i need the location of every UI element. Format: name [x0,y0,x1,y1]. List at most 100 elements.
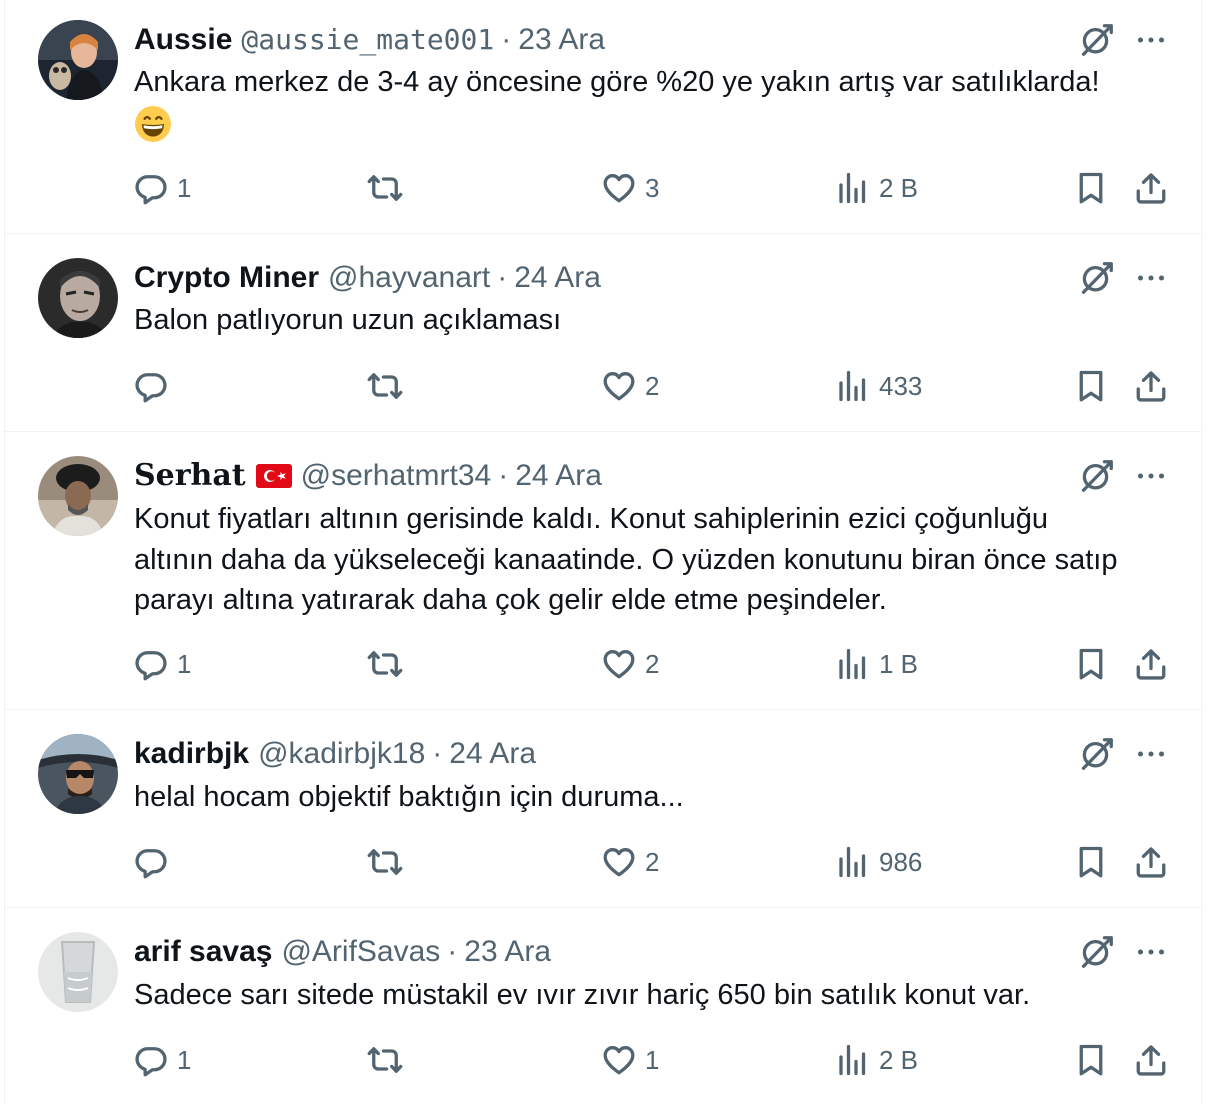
heart-icon [601,170,637,206]
reply-count: 1 [177,172,192,203]
tweet-crypto-miner[interactable]: Crypto Miner @hayvanart · 24 Ara Balon p… [5,234,1201,432]
views-count: 2 B [879,1044,919,1075]
share-icon [1133,1042,1169,1078]
action-bar: 1 3 2 B [5,168,1201,208]
tweet-text-body: Sadece sarı sitede müstakil ev ıvır zıvı… [134,979,1031,1011]
bookmark-icon [1073,1042,1109,1078]
share-icon [1133,646,1169,682]
tweet-text-body: Ankara merkez de 3-4 ay öncesine göre %2… [134,66,1100,98]
like-button[interactable]: 2 [601,366,659,406]
share-icon [1133,170,1169,206]
retweet-icon [367,1042,403,1078]
share-button[interactable] [1133,842,1169,882]
like-button[interactable]: 2 [601,842,659,882]
retweet-button[interactable] [367,168,411,208]
grinning-face-emoji [135,105,171,142]
like-button[interactable]: 2 [601,644,659,684]
grok-icon[interactable] [1079,260,1115,296]
retweet-icon [367,844,403,880]
share-button[interactable] [1133,1040,1169,1080]
heart-icon [601,368,637,404]
views-bar-icon [835,368,871,404]
display-name[interactable]: Serhat [134,456,246,496]
username-handle[interactable]: @aussie_mate001 [241,20,494,60]
display-name[interactable]: Crypto Miner [134,258,319,298]
share-button[interactable] [1133,644,1169,684]
more-icon[interactable] [1133,458,1169,494]
more-icon[interactable] [1133,736,1169,772]
timestamp[interactable]: 24 Ara [515,456,602,496]
tweet-text: Ankara merkez de 3-4 ay öncesine göre %2… [134,62,1134,143]
views-bar-icon [835,646,871,682]
more-icon[interactable] [1133,260,1169,296]
tweet-text: helal hocam objektif baktığın için durum… [134,777,1134,818]
username-handle[interactable]: @hayvanart [328,258,490,298]
avatar[interactable] [38,932,118,1012]
username-handle[interactable]: @serhatmrt34 [301,456,492,496]
display-name[interactable]: arif savaş [134,932,272,972]
views-bar-icon [835,170,871,206]
reply-button[interactable]: 1 [133,168,191,208]
views-button[interactable]: 2 B [835,1040,918,1080]
timestamp[interactable]: 23 Ara [518,20,605,60]
retweet-button[interactable] [367,366,411,406]
bookmark-button[interactable] [1073,644,1109,684]
reply-count: 1 [177,1044,192,1075]
more-icon[interactable] [1133,934,1169,970]
views-button[interactable]: 2 B [835,168,918,208]
tweet-serhat[interactable]: Serhat @serhatmrt34 · 24 Ara Konut fiyat… [5,432,1201,710]
timestamp[interactable]: 24 Ara [514,258,601,298]
tweet-aussie[interactable]: Aussie @aussie_mate001 · 23 Ara Ankara m… [5,0,1201,234]
bookmark-icon [1073,368,1109,404]
grok-icon[interactable] [1079,22,1115,58]
views-bar-icon [835,844,871,880]
bookmark-icon [1073,170,1109,206]
grok-icon[interactable] [1079,736,1115,772]
views-button[interactable]: 1 B [835,644,918,684]
avatar[interactable] [38,20,118,100]
like-button[interactable]: 3 [601,168,659,208]
timestamp[interactable]: 23 Ara [464,932,551,972]
share-icon [1133,368,1169,404]
avatar[interactable] [38,456,118,536]
grok-icon[interactable] [1079,458,1115,494]
username-handle[interactable]: @kadirbjk18 [258,734,425,774]
views-button[interactable]: 986 [835,842,922,882]
grok-icon[interactable] [1079,934,1115,970]
display-name[interactable]: kadirbjk [134,734,249,774]
separator-dot: · [447,935,458,968]
reply-button[interactable]: 1 [133,644,191,684]
share-icon [1133,844,1169,880]
reply-count: 1 [177,648,192,679]
bookmark-button[interactable] [1073,168,1109,208]
reply-button[interactable]: 1 [133,1040,191,1080]
avatar[interactable] [38,734,118,814]
bookmark-button[interactable] [1073,842,1109,882]
reply-icon [133,368,169,404]
tweet-arif-savas[interactable]: arif savaş @ArifSavas · 23 Ara Sadece sa… [5,908,1201,1104]
display-name[interactable]: Aussie [134,20,232,60]
retweet-icon [367,170,403,206]
retweet-button[interactable] [367,644,411,684]
tweet-text: Sadece sarı sitede müstakil ev ıvır zıvı… [134,975,1134,1016]
bookmark-button[interactable] [1073,1040,1109,1080]
reply-icon [133,1042,169,1078]
username-handle[interactable]: @ArifSavas [281,932,440,972]
tweet-text-body: Konut fiyatları altının gerisinde kaldı.… [134,503,1118,616]
like-count: 2 [645,846,660,877]
retweet-button[interactable] [367,842,411,882]
like-count: 2 [645,648,660,679]
bookmark-icon [1073,646,1109,682]
avatar[interactable] [38,258,118,338]
retweet-button[interactable] [367,1040,411,1080]
views-button[interactable]: 433 [835,366,922,406]
share-button[interactable] [1133,366,1169,406]
timestamp[interactable]: 24 Ara [449,734,536,774]
share-button[interactable] [1133,168,1169,208]
reply-button[interactable] [133,366,177,406]
more-icon[interactable] [1133,22,1169,58]
bookmark-button[interactable] [1073,366,1109,406]
tweet-kadirbjk[interactable]: kadirbjk @kadirbjk18 · 24 Ara helal hoca… [5,710,1201,908]
reply-button[interactable] [133,842,177,882]
like-button[interactable]: 1 [601,1040,659,1080]
